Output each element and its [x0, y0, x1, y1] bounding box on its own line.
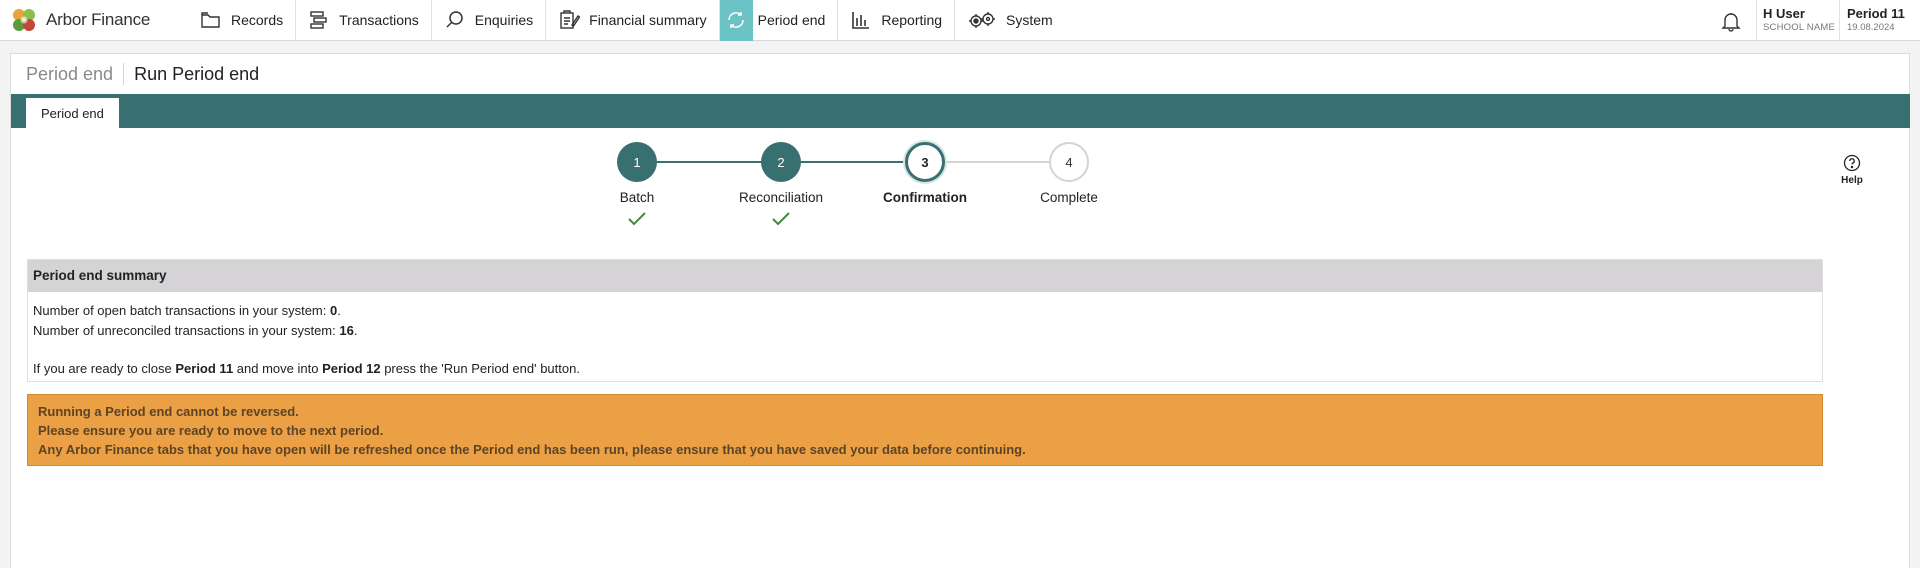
- step-confirmation: 3 Confirmation: [865, 138, 985, 205]
- nav-label-reporting: Reporting: [881, 12, 943, 28]
- nav-label-system: System: [1006, 12, 1053, 28]
- breadcrumb-parent[interactable]: Period end: [26, 63, 125, 85]
- school-name: SCHOOL NAME: [1763, 22, 1836, 33]
- clipboard-icon: [560, 10, 581, 29]
- checkmark-icon: [628, 212, 646, 226]
- nav-item-enquiries[interactable]: Enquiries: [432, 0, 547, 41]
- step-number: 4: [1049, 142, 1089, 182]
- next-period-name: Period 12: [322, 361, 381, 376]
- tab-period-end[interactable]: Period end: [26, 98, 119, 128]
- main-nav: Records Transactions Enquiries Financial…: [188, 0, 1065, 41]
- help-label: Help: [1841, 175, 1863, 186]
- warning-line: Running a Period end cannot be reversed.: [38, 404, 299, 419]
- warning-line: Any Arbor Finance tabs that you have ope…: [38, 442, 1026, 457]
- brand[interactable]: Arbor Finance: [0, 0, 188, 41]
- nav-label-period-end: Period end: [757, 12, 826, 28]
- nav-item-reporting[interactable]: Reporting: [838, 0, 956, 41]
- app-name: Arbor Finance: [46, 10, 151, 29]
- nav-item-records[interactable]: Records: [188, 0, 297, 41]
- nav-item-transactions[interactable]: Transactions: [296, 0, 432, 41]
- step-label: Complete: [1040, 190, 1098, 205]
- page-title: Run Period end: [134, 64, 260, 84]
- step-label: Reconciliation: [738, 190, 824, 205]
- unreconciled-line: Number of unreconciled transactions in y…: [33, 323, 358, 338]
- instruction-text-2: and move into: [233, 361, 323, 376]
- progress-stepper: 1 Batch 2 Reconciliation 3 Confirmation …: [11, 138, 1910, 228]
- nav-label-transactions: Transactions: [339, 12, 419, 28]
- nav-item-financial-summary[interactable]: Financial summary: [546, 0, 720, 41]
- nav-item-system[interactable]: System: [955, 0, 1065, 41]
- nav-item-period-end[interactable]: Period end: [719, 0, 839, 41]
- arbor-logo-icon: [13, 9, 35, 31]
- tab-strip: Period end: [11, 94, 1910, 128]
- nav-label-financial-summary: Financial summary: [589, 12, 707, 28]
- period-end-summary: Period end summary Number of open batch …: [27, 259, 1823, 382]
- step-reconciliation: 2 Reconciliation: [721, 138, 841, 227]
- current-period: Period 11: [1847, 6, 1905, 21]
- top-navigation-bar: Arbor Finance Records Transactions Enqui…: [0, 0, 1920, 41]
- nav-label-records: Records: [231, 12, 284, 28]
- step-number: 2: [761, 142, 801, 182]
- unreconciled-text: Number of unreconciled transactions in y…: [33, 323, 340, 338]
- open-batch-line: Number of open batch transactions in you…: [33, 303, 341, 318]
- active-indicator: [719, 0, 753, 41]
- checkmark-icon: [772, 212, 790, 226]
- breadcrumb: Period end Run Period end: [11, 54, 1909, 94]
- help-icon: [1843, 154, 1861, 172]
- period-instruction-line: If you are ready to close Period 11 and …: [33, 359, 1817, 378]
- warning-line: Please ensure you are ready to move to t…: [38, 423, 384, 438]
- refresh-icon: [728, 12, 744, 28]
- period-indicator[interactable]: Period 11 19.08.2024: [1840, 0, 1920, 41]
- step-number: 1: [617, 142, 657, 182]
- step-number: 3: [905, 142, 945, 182]
- user-menu[interactable]: H User SCHOOL NAME: [1757, 0, 1840, 41]
- summary-title: Period end summary: [28, 260, 1822, 292]
- user-name: H User: [1763, 6, 1805, 21]
- warning-banner: Running a Period end cannot be reversed.…: [27, 394, 1823, 466]
- current-date: 19.08.2024: [1847, 22, 1895, 33]
- transactions-icon: [310, 11, 327, 29]
- current-period-name: Period 11: [175, 361, 234, 376]
- main-panel: Period end Run Period end Period end 1 B…: [10, 53, 1910, 568]
- notifications-button[interactable]: [1705, 0, 1757, 41]
- help-button[interactable]: Help: [1832, 154, 1872, 186]
- gears-icon: [969, 12, 996, 28]
- open-batch-text: Number of open batch transactions in you…: [33, 303, 330, 318]
- nav-label-enquiries: Enquiries: [474, 12, 534, 28]
- instruction-text-1: If you are ready to close: [33, 361, 176, 376]
- step-complete: 4 Complete: [1009, 138, 1129, 205]
- instruction-text-3: press the 'Run Period end' button.: [380, 361, 580, 376]
- bar-chart-icon: [852, 12, 870, 29]
- search-icon: [446, 11, 463, 28]
- folder-icon: [201, 12, 220, 28]
- summary-body: Number of open batch transactions in you…: [28, 292, 1822, 378]
- step-batch: 1 Batch: [577, 138, 697, 227]
- step-label: Confirmation: [883, 190, 967, 205]
- step-label: Batch: [619, 190, 655, 205]
- unreconciled-count: 16: [339, 323, 354, 338]
- top-right-area: H User SCHOOL NAME Period 11 19.08.2024: [1705, 0, 1920, 41]
- bell-icon: [1720, 12, 1741, 32]
- open-batch-count: 0: [329, 303, 338, 318]
